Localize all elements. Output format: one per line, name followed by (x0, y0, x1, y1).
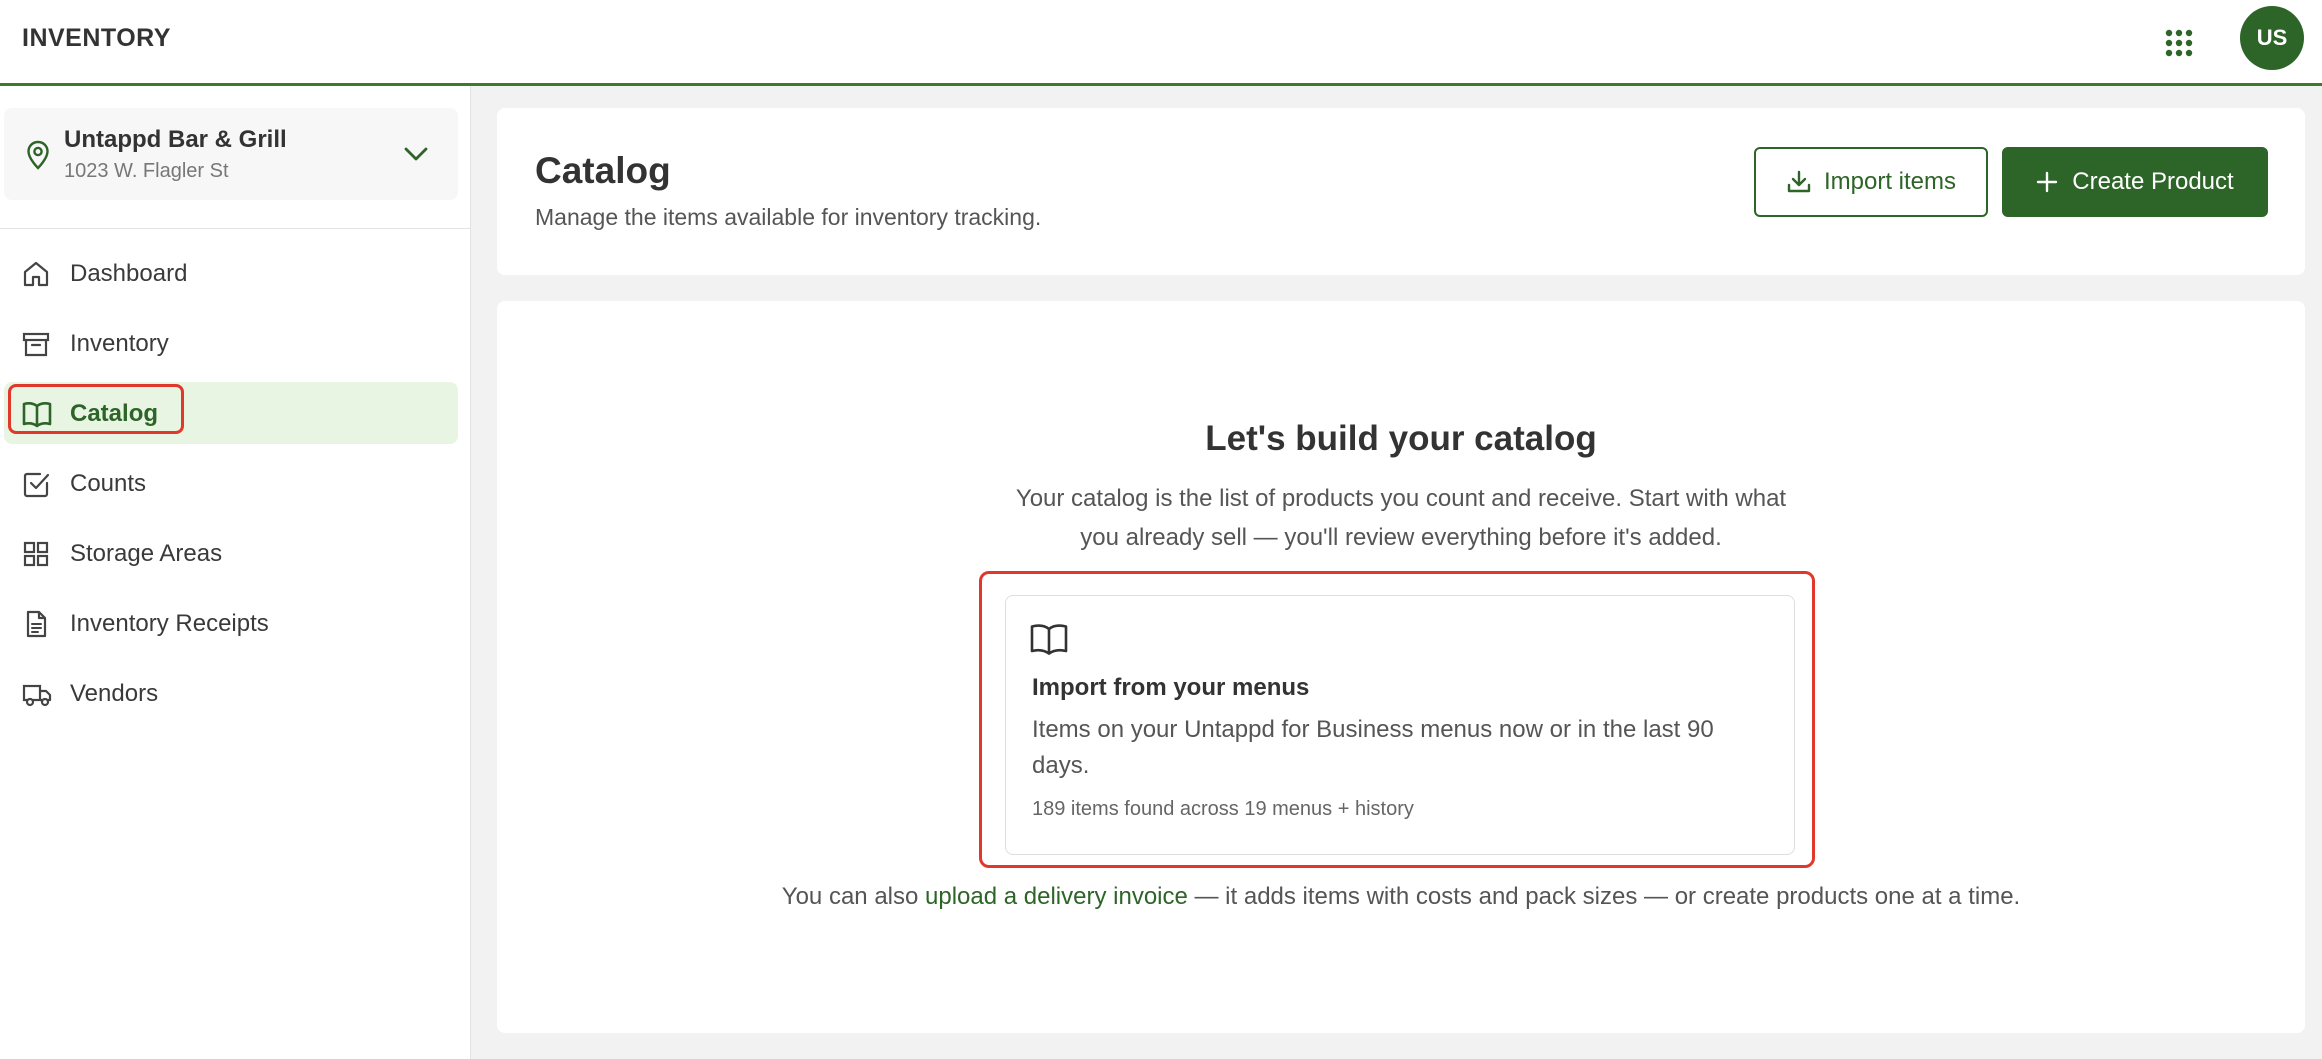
sidebar-item-catalog[interactable]: Catalog (4, 382, 458, 444)
create-product-button[interactable]: Create Product (2002, 147, 2268, 217)
download-icon (1787, 170, 1811, 193)
import-items-label: Import items (1823, 168, 1957, 195)
sidebar-item-label: Inventory Receipts (70, 610, 269, 637)
app-brand: INVENTORY (22, 24, 171, 52)
page-subtitle: Manage the items available for inventory… (535, 204, 1042, 230)
apps-grid-icon (2165, 29, 2193, 57)
sidebar-item-counts[interactable]: Counts (4, 452, 458, 514)
import-items-button[interactable]: Import items (1754, 147, 1988, 217)
home-icon (23, 261, 49, 287)
empty-state-description: Your catalog is the list of products you… (1015, 485, 1787, 551)
import-card-item-count: 189 items found across 19 menus + histor… (1032, 798, 1414, 820)
sidebar-item-dashboard[interactable]: Dashboard (4, 242, 458, 304)
location-name: Untappd Bar & Grill (64, 126, 287, 153)
app-launcher-button[interactable] (2158, 22, 2200, 64)
upload-invoice-link[interactable]: upload a delivery invoice (925, 883, 1188, 910)
sidebar-item-inventory-receipts[interactable]: Inventory Receipts (4, 592, 458, 654)
grid-icon (23, 541, 49, 567)
sidebar-item-label: Catalog (70, 400, 159, 427)
truck-icon (22, 684, 52, 707)
archive-box-icon (22, 332, 50, 357)
page-title: Catalog (535, 150, 671, 191)
document-icon (26, 610, 47, 638)
sidebar-item-label: Storage Areas (70, 540, 223, 567)
footer-prefix: You can also (781, 883, 926, 910)
map-pin-icon (27, 140, 49, 170)
sidebar: Untappd Bar & Grill 1023 W. Flagler St D… (0, 86, 471, 1059)
import-card-description: Items on your Untappd for Business menus… (1032, 716, 1714, 779)
empty-state-title: Let's build your catalog (1205, 419, 1597, 458)
import-card-title: Import from your menus (1032, 674, 1310, 701)
sidebar-item-label: Counts (70, 470, 147, 497)
location-selector[interactable]: Untappd Bar & Grill 1023 W. Flagler St (4, 108, 458, 200)
sidebar-item-label: Inventory (70, 330, 169, 357)
create-product-label: Create Product (2072, 168, 2234, 195)
checkbox-icon (23, 472, 50, 498)
book-open-icon (22, 402, 52, 428)
user-avatar[interactable]: US (2240, 6, 2304, 70)
page-header-card: Catalog Manage the items available for i… (497, 108, 2305, 275)
chevron-down-icon (404, 147, 428, 161)
sidebar-divider (0, 228, 471, 229)
sidebar-item-storage-areas[interactable]: Storage Areas (4, 522, 458, 584)
import-from-menus-card[interactable]: Import from your menus Items on your Unt… (1005, 595, 1795, 855)
book-open-icon (1030, 624, 1068, 655)
catalog-empty-state: Let's build your catalog Your catalog is… (497, 301, 2305, 1033)
sidebar-item-label: Dashboard (70, 260, 188, 287)
sidebar-item-label: Vendors (70, 680, 159, 707)
sidebar-item-vendors[interactable]: Vendors (4, 662, 458, 724)
location-address: 1023 W. Flagler St (64, 160, 229, 182)
footer-suffix: — it adds items with costs and pack size… (1187, 883, 2021, 910)
empty-state-footer: You can also upload a delivery invoice —… (497, 883, 2305, 911)
plus-icon (2037, 171, 2058, 193)
sidebar-item-inventory[interactable]: Inventory (4, 312, 458, 374)
top-bar: INVENTORY US (0, 0, 2322, 86)
